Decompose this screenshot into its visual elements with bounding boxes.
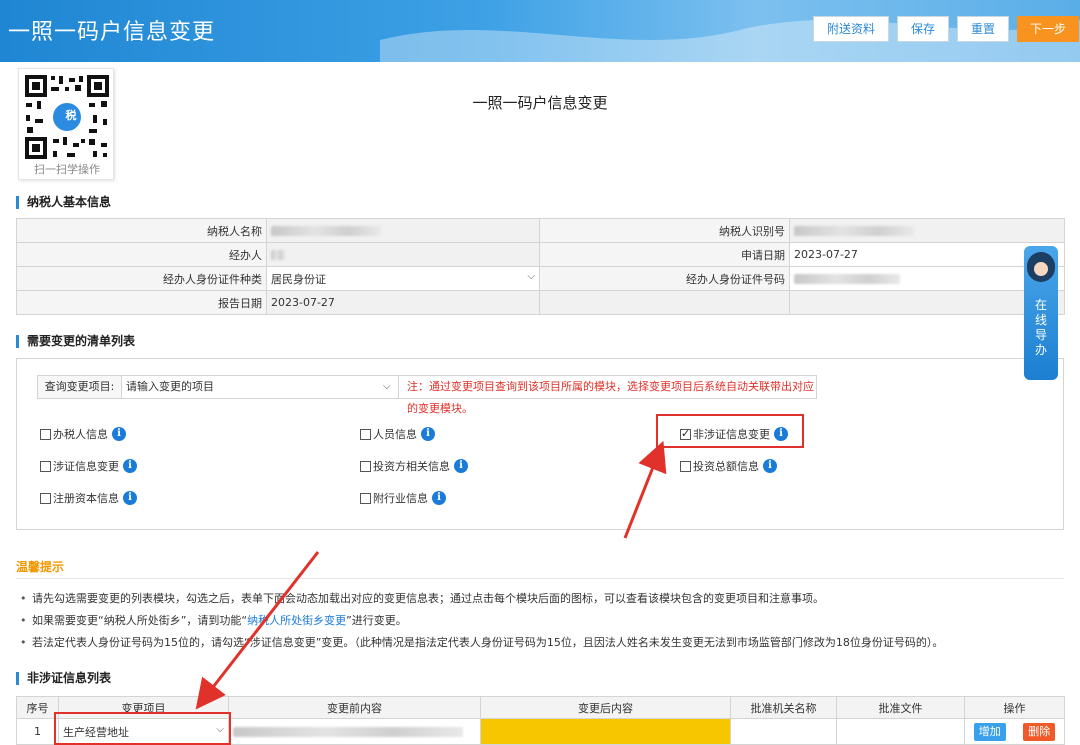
add-row-button[interactable]: 增加 — [973, 722, 1006, 741]
app-title: 一照一码户信息变更 — [8, 20, 216, 45]
checkbox[interactable] — [40, 460, 51, 472]
save-button[interactable]: 保存 — [897, 16, 949, 42]
taxpayer-name-label: 纳税人名称 — [16, 218, 267, 243]
highlight-box — [54, 712, 231, 745]
row-actions: 增加 删除 — [964, 718, 1065, 745]
section-title-non-cert: 非涉证信息列表 — [16, 672, 111, 685]
tips-title: 温馨提示 — [16, 560, 65, 574]
tip-text: ”进行变更。 — [346, 614, 407, 627]
query-label: 查询变更项目: — [38, 376, 122, 398]
info-icon[interactable]: i — [432, 491, 446, 505]
query-note: 注：通过变更项目查询到该项目所属的模块，选择变更项目后系统自动关联带出对应的变更… — [398, 376, 816, 415]
highlight-box — [656, 414, 804, 448]
query-input[interactable]: 请输入变更的项目 — [126, 376, 388, 398]
info-icon[interactable]: i — [763, 459, 777, 473]
qr-caption: 扫一扫学操作 — [34, 163, 100, 176]
page-title: 一照一码户信息变更 — [472, 94, 608, 112]
col-header-index: 序号 — [16, 696, 59, 719]
taxpayer-name-value — [266, 218, 540, 243]
online-guide-widget[interactable]: 在线导办 — [1024, 246, 1058, 380]
divider — [16, 578, 1064, 579]
section-title-basic-info: 纳税人基本信息 — [16, 196, 111, 209]
reset-button[interactable]: 重置 — [957, 16, 1009, 42]
chevron-down-icon: ⌵ — [527, 270, 535, 282]
checkbox[interactable] — [40, 428, 51, 440]
checkbox[interactable] — [360, 428, 371, 440]
before-content — [228, 718, 481, 745]
option-personnel-info[interactable]: 人员信息 i — [360, 426, 435, 442]
chevron-down-icon[interactable]: ⌵ — [383, 376, 395, 398]
document-input[interactable] — [836, 718, 965, 745]
attach-docs-button[interactable]: 附送资料 — [813, 16, 889, 42]
option-label: 人员信息 — [373, 428, 417, 441]
taxpayer-id-label: 纳税人识别号 — [539, 218, 790, 243]
option-sub-industry[interactable]: 附行业信息 i — [360, 490, 446, 506]
report-date-label: 报告日期 — [16, 290, 267, 315]
street-change-link[interactable]: 纳税人所处街乡变更 — [247, 614, 346, 627]
query-change-item: 查询变更项目: 请输入变更的项目 ⌵ 注：通过变更项目查询到该项目所属的模块，选… — [37, 375, 817, 415]
id-number-label: 经办人身份证件号码 — [539, 266, 790, 291]
tip-line-3: • 若法定代表人身份证号码为15位的，请勾选“涉证信息变更”变更。（此种情况是指法… — [20, 636, 944, 649]
col-header-action: 操作 — [964, 696, 1065, 719]
id-type-select[interactable]: 居民身份证 ⌵ — [266, 266, 540, 291]
checkbox[interactable] — [360, 460, 371, 472]
checkbox[interactable] — [40, 492, 51, 504]
checkbox[interactable] — [680, 460, 691, 472]
delete-row-button[interactable]: 删除 — [1023, 722, 1056, 741]
info-icon[interactable]: i — [123, 491, 137, 505]
checkbox[interactable] — [360, 492, 371, 504]
app-header: 一照一码户信息变更 附送资料 保存 重置 下一步 — [0, 0, 1080, 62]
tip-text: 请先勾选需要变更的列表模块，勾选之后，表单下面会动态加载出对应的变更信息表；通过… — [32, 592, 824, 605]
id-type-label: 经办人身份证件种类 — [16, 266, 267, 291]
report-date-value: 2023-07-27 — [266, 290, 540, 315]
tip-line-1: • 请先勾选需要变更的列表模块，勾选之后，表单下面会动态加载出对应的变更信息表；通… — [20, 592, 824, 605]
option-registered-capital[interactable]: 注册资本信息 i — [40, 490, 137, 506]
option-total-investment[interactable]: 投资总额信息 i — [680, 458, 777, 474]
tip-text: 如果需要变更“纳税人所处街乡”，请到功能“ — [32, 614, 248, 627]
option-label: 投资方相关信息 — [373, 460, 450, 473]
option-label: 注册资本信息 — [53, 492, 119, 505]
authority-input[interactable] — [730, 718, 837, 745]
option-investor-info[interactable]: 投资方相关信息 i — [360, 458, 468, 474]
col-header-before: 变更前内容 — [228, 696, 481, 719]
empty-cell — [539, 290, 790, 315]
basic-info-table: 纳税人名称 纳税人识别号 经办人 申请日期 2023-07-27 经办人身份证件… — [16, 218, 1065, 315]
qr-code-card[interactable]: 税 扫一扫学操作 — [18, 68, 114, 180]
tip-line-2: • 如果需要变更“纳税人所处街乡”，请到功能“纳税人所处街乡变更”进行变更。 — [20, 614, 407, 627]
online-guide-label: 在线导办 — [1034, 298, 1047, 357]
apply-date-label: 申请日期 — [539, 242, 790, 267]
assistant-avatar-icon — [1027, 252, 1055, 282]
taxpayer-id-value — [789, 218, 1065, 243]
agent-value — [266, 242, 540, 267]
col-header-document: 批准文件 — [836, 696, 965, 719]
change-list-panel: 查询变更项目: 请输入变更的项目 ⌵ 注：通过变更项目查询到该项目所属的模块，选… — [16, 358, 1064, 530]
agent-label: 经办人 — [16, 242, 267, 267]
option-label: 办税人信息 — [53, 428, 108, 441]
after-content-input[interactable] — [480, 718, 731, 745]
tip-text: 若法定代表人身份证号码为15位的，请勾选“涉证信息变更”变更。（此种情况是指法定… — [32, 636, 944, 649]
option-label: 附行业信息 — [373, 492, 428, 505]
info-icon[interactable]: i — [454, 459, 468, 473]
section-title-change-list: 需要变更的清单列表 — [16, 335, 135, 348]
option-cert-change[interactable]: 涉证信息变更 i — [40, 458, 137, 474]
info-icon[interactable]: i — [123, 459, 137, 473]
info-icon[interactable]: i — [112, 427, 126, 441]
option-label: 投资总额信息 — [693, 460, 759, 473]
option-tax-handler-info[interactable]: 办税人信息 i — [40, 426, 126, 442]
option-label: 涉证信息变更 — [53, 460, 119, 473]
next-step-button[interactable]: 下一步 — [1017, 16, 1079, 42]
id-type-value: 居民身份证 — [271, 272, 326, 286]
row-index: 1 — [16, 718, 59, 745]
info-icon[interactable]: i — [421, 427, 435, 441]
col-header-authority: 批准机关名称 — [730, 696, 837, 719]
col-header-after: 变更后内容 — [480, 696, 731, 719]
